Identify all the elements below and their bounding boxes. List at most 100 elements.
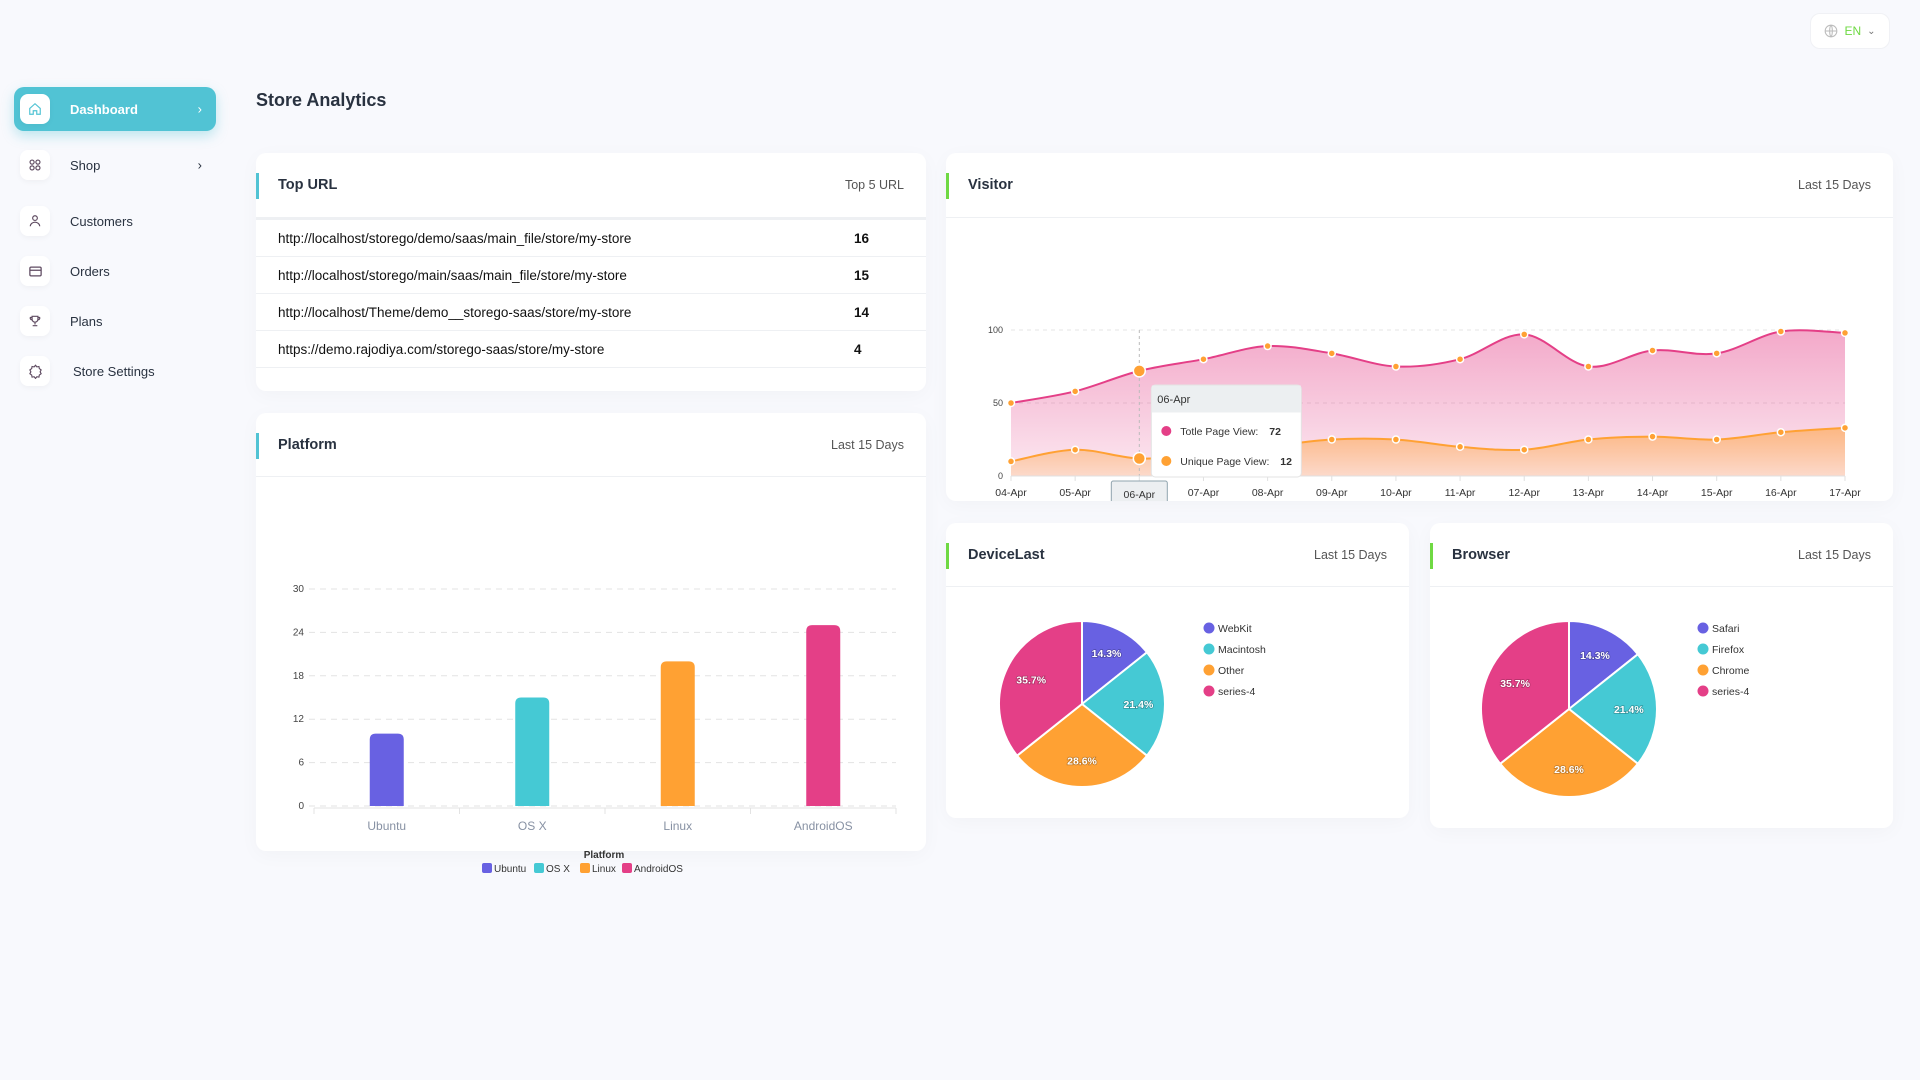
pie-data-label: 21.4% (1614, 704, 1644, 716)
data-point (1519, 445, 1529, 454)
bar (806, 625, 841, 806)
x-tick-label: 07-Apr (1188, 487, 1220, 499)
platform-card: Platform Last 15 Days 0 6 12 18 24 30 Ubuntu OS… (256, 413, 926, 875)
language-selector[interactable]: EN ⌄ (1810, 13, 1890, 49)
card-header: Top URL Top 5 URL (256, 153, 926, 218)
tooltip-value: 12 (1280, 456, 1292, 468)
sidebar: Dashboard › Shop › Customers Orders Plan… (14, 87, 216, 399)
legend-marker (1697, 622, 1709, 634)
legend-label: WebKit (1218, 623, 1252, 635)
tooltip-value: 72 (1269, 426, 1281, 438)
url-text[interactable]: http://localhost/storego/demo/saas/main_… (278, 231, 631, 246)
url-count: 15 (854, 267, 870, 283)
sidebar-item-customers[interactable]: Customers (14, 199, 216, 243)
card-header: Visitor Last 15 Days (946, 153, 1893, 218)
browser-pie-chart: 14.3% 21.4% 28.6% 35.7% Safari Firefox Chrome s… (1480, 619, 1750, 798)
x-tick-label: OS X (518, 819, 547, 833)
pie-data-label: 21.4% (1124, 699, 1154, 711)
data-point (1455, 442, 1465, 452)
card-title: Browser (1452, 546, 1511, 563)
data-point (1776, 427, 1786, 437)
legend-swatch (534, 863, 544, 873)
url-text[interactable]: http://localhost/storego/main/saas/main_… (278, 268, 627, 283)
card-title: DeviceLast (968, 546, 1045, 563)
legend-label: Ubuntu (494, 864, 526, 875)
sidebar-item-shop[interactable]: Shop › (14, 143, 216, 187)
data-point (1519, 330, 1529, 339)
visitor-area-chart: 0 50 100 04-Apr 05-Apr 06-Apr 07-Apr 08-Apr 09-A… (988, 325, 1861, 501)
pie-data-label: 35.7% (1016, 674, 1046, 686)
pie-data-label: 28.6% (1554, 764, 1584, 776)
data-point (1199, 354, 1208, 364)
y-tick-label: 0 (998, 471, 1003, 481)
legend-label: series-4 (1712, 686, 1750, 698)
card-subtitle: Last 15 Days (1798, 547, 1871, 562)
sidebar-item-plans[interactable]: Plans (14, 299, 216, 343)
sidebar-item-dashboard[interactable]: Dashboard › (14, 87, 216, 131)
legend-marker (1697, 685, 1709, 697)
sidebar-item-label: Store Settings (73, 363, 155, 379)
x-tick-label: 13-Apr (1573, 487, 1605, 499)
card-subtitle: Last 15 Days (831, 437, 904, 452)
data-point (1132, 364, 1147, 378)
sidebar-item-label: Plans (70, 313, 103, 329)
top-url-card: Top URL Top 5 URL http://localhost/store… (256, 153, 926, 391)
x-tick-label: 17-Apr (1829, 487, 1861, 499)
tooltip-marker (1161, 426, 1172, 436)
x-tick-label: Linux (663, 819, 692, 833)
bar (515, 697, 550, 806)
y-tick-label: 50 (993, 398, 1003, 408)
tooltip-date: 06-Apr (1157, 394, 1190, 406)
tooltip-label: Totle Page View: (1180, 426, 1258, 438)
data-point (1263, 341, 1272, 351)
data-point (1648, 432, 1657, 441)
data-point (1006, 398, 1016, 408)
card-title: Top URL (278, 177, 338, 193)
data-point (1391, 362, 1401, 371)
sidebar-item-label: Dashboard (70, 101, 138, 117)
legend-marker (1203, 622, 1215, 634)
sidebar-item-orders[interactable]: Orders (14, 249, 216, 293)
url-count: 16 (854, 230, 870, 246)
page-title: Store Analytics (256, 90, 387, 110)
x-tick-label: 15-Apr (1701, 487, 1733, 499)
y-tick-label: 12 (293, 714, 305, 725)
pie-data-label: 14.3% (1092, 648, 1122, 660)
x-tick-label: 16-Apr (1765, 487, 1797, 499)
legend-label: AndroidOS (634, 864, 683, 875)
url-count: 4 (854, 341, 862, 357)
bar (660, 661, 695, 806)
legend-marker (1203, 643, 1215, 655)
trophy-icon (20, 306, 50, 336)
tooltip-marker (1161, 456, 1172, 466)
data-point (1455, 354, 1465, 364)
y-tick-label: 30 (293, 584, 305, 595)
data-point (1712, 349, 1721, 358)
x-tick-label: 11-Apr (1445, 487, 1476, 499)
data-point (1648, 346, 1657, 355)
x-tick-label: 05-Apr (1059, 487, 1091, 499)
data-point (1327, 435, 1337, 444)
card-subtitle: Last 15 Days (1798, 178, 1871, 192)
url-count: 14 (854, 304, 870, 320)
url-list: http://localhost/storego/demo/saas/main_… (256, 218, 926, 368)
x-tick-label: 12-Apr (1508, 487, 1540, 499)
legend-marker (1203, 664, 1215, 676)
legend-marker (1697, 643, 1709, 655)
legend-title: Platform (584, 850, 625, 861)
legend-label: Macintosh (1218, 644, 1266, 656)
data-point (1712, 435, 1721, 444)
sidebar-item-store-settings[interactable]: Store Settings (14, 349, 216, 393)
data-point (1327, 349, 1337, 358)
home-icon (20, 94, 50, 124)
url-text[interactable]: http://localhost/Theme/demo__storego-saa… (278, 305, 631, 320)
card-header: Browser Last 15 Days (1430, 523, 1893, 587)
sidebar-item-label: Orders (70, 263, 110, 279)
x-tick-label: 04-Apr (995, 487, 1027, 499)
chevron-right-icon: › (197, 157, 202, 173)
pie-data-label: 35.7% (1500, 678, 1530, 690)
legend-swatch (622, 863, 632, 873)
x-tick-label: 10-Apr (1380, 487, 1412, 499)
grid-icon (20, 150, 50, 180)
url-text[interactable]: https://demo.rajodiya.com/storego-saas/s… (278, 342, 604, 357)
